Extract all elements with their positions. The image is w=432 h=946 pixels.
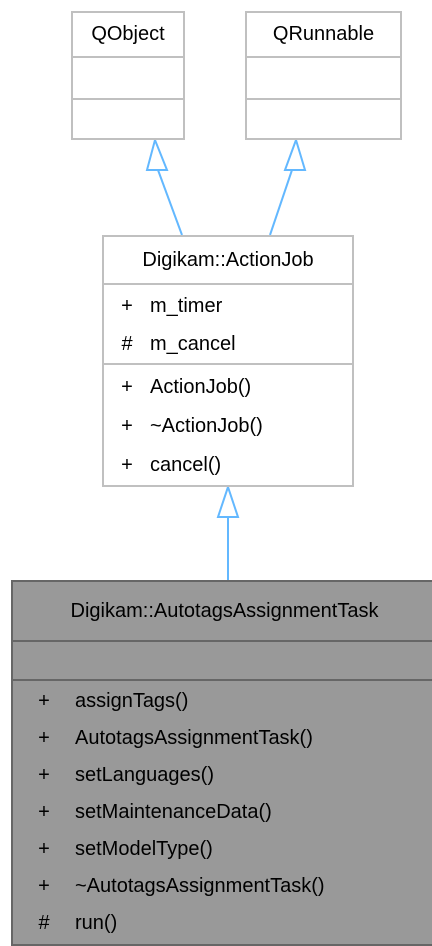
method-name: run() bbox=[75, 912, 118, 934]
method-row: + ActionJob() bbox=[104, 368, 352, 407]
autotags-task-class-box: Digikam::AutotagsAssignmentTask + assign… bbox=[11, 580, 432, 946]
actionjob-class-box: Digikam::ActionJob + m_timer # m_cancel … bbox=[102, 235, 354, 487]
autotags-task-methods-section: + assignTags() + AutotagsAssignmentTask(… bbox=[13, 679, 432, 946]
visibility-marker: # bbox=[38, 912, 50, 934]
qobject-arrowhead bbox=[145, 136, 169, 171]
method-name: cancel() bbox=[150, 454, 222, 476]
attribute-row: + m_timer bbox=[104, 287, 352, 325]
autotags-task-attributes-section bbox=[13, 640, 432, 679]
actionjob-class-name: Digikam::ActionJob bbox=[142, 249, 314, 271]
visibility-marker: + bbox=[121, 415, 133, 437]
method-name: ~ActionJob() bbox=[150, 415, 263, 437]
visibility-marker: + bbox=[38, 727, 50, 749]
qrunnable-methods-section bbox=[247, 98, 400, 138]
visibility-marker: + bbox=[38, 764, 50, 786]
qobject-class-box: QObject bbox=[71, 11, 185, 140]
method-row: + setMaintenanceData() bbox=[13, 794, 432, 831]
method-name: ActionJob() bbox=[150, 376, 252, 398]
visibility-marker: + bbox=[38, 801, 50, 823]
qrunnable-arrowhead bbox=[283, 136, 307, 171]
visibility-marker: + bbox=[38, 690, 50, 712]
attribute-row: # m_cancel bbox=[104, 325, 352, 363]
attribute-name: m_timer bbox=[150, 294, 223, 317]
method-name: assignTags() bbox=[75, 690, 189, 712]
qrunnable-attributes-section bbox=[247, 56, 400, 98]
method-name: setLanguages() bbox=[75, 764, 214, 786]
visibility-marker: # bbox=[121, 332, 133, 355]
method-name: ~AutotagsAssignmentTask() bbox=[75, 875, 325, 897]
method-name: AutotagsAssignmentTask() bbox=[75, 727, 313, 749]
method-name: setMaintenanceData() bbox=[75, 801, 272, 823]
method-row: + ~ActionJob() bbox=[104, 407, 352, 446]
method-row: + assignTags() bbox=[13, 683, 432, 720]
visibility-marker: + bbox=[38, 875, 50, 897]
autotags-task-class-name: Digikam::AutotagsAssignmentTask bbox=[70, 600, 379, 622]
visibility-marker: + bbox=[38, 838, 50, 860]
method-row: # run() bbox=[13, 905, 432, 942]
visibility-marker: + bbox=[121, 454, 133, 476]
qrunnable-class-name: QRunnable bbox=[272, 23, 375, 45]
actionjob-attributes-section: + m_timer # m_cancel bbox=[104, 283, 352, 363]
qobject-methods-section bbox=[73, 98, 183, 138]
attribute-name: m_cancel bbox=[150, 332, 236, 355]
visibility-marker: + bbox=[121, 294, 133, 317]
method-row: + ~AutotagsAssignmentTask() bbox=[13, 868, 432, 905]
method-row: + AutotagsAssignmentTask() bbox=[13, 720, 432, 757]
method-name: setModelType() bbox=[75, 838, 213, 860]
actionjob-to-qrunnable-line bbox=[269, 169, 293, 236]
qobject-class-name: QObject bbox=[91, 23, 165, 45]
actionjob-methods-section: + ActionJob() + ~ActionJob() + cancel() bbox=[104, 363, 352, 485]
method-row: + setModelType() bbox=[13, 831, 432, 868]
actionjob-to-qobject-line bbox=[157, 169, 183, 236]
qobject-attributes-section bbox=[73, 56, 183, 98]
qrunnable-class-box: QRunnable bbox=[245, 11, 402, 140]
method-row: + setLanguages() bbox=[13, 757, 432, 794]
method-row: + cancel() bbox=[104, 446, 352, 485]
actionjob-arrowhead bbox=[216, 483, 240, 518]
visibility-marker: + bbox=[121, 376, 133, 398]
